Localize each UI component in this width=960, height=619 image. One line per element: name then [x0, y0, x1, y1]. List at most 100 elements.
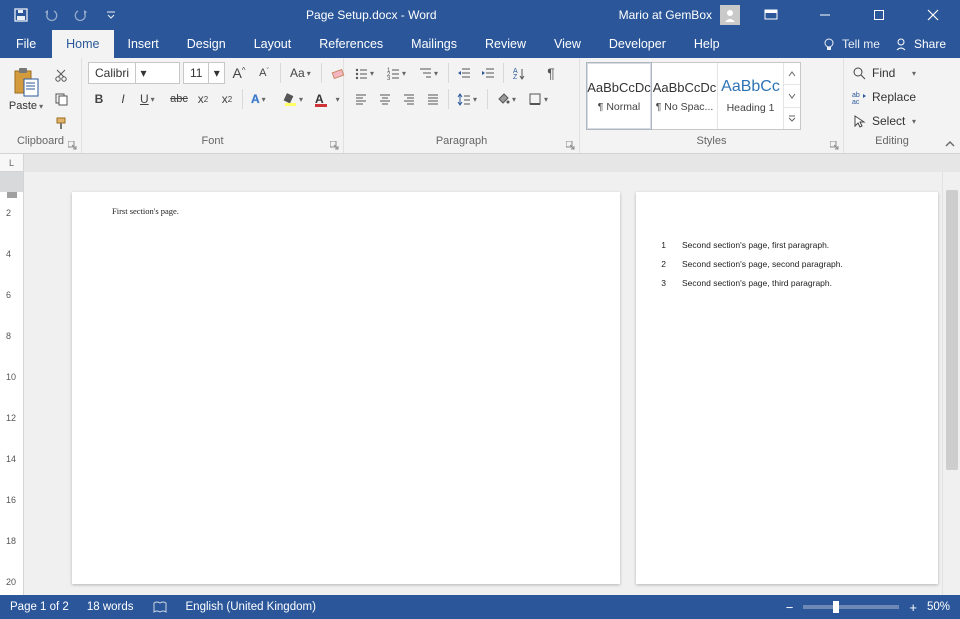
zoom-slider-knob[interactable]	[833, 601, 839, 613]
font-size-combo[interactable]: 11▾	[183, 62, 225, 84]
line-number: 3	[660, 278, 666, 288]
decrease-indent-button[interactable]	[453, 62, 475, 84]
justify-button[interactable]	[422, 88, 444, 110]
tab-file[interactable]: File	[0, 30, 52, 58]
select-button[interactable]: Select▾	[846, 110, 922, 132]
tab-view[interactable]: View	[540, 30, 595, 58]
italic-button[interactable]: I	[112, 88, 134, 110]
paragraph-launcher[interactable]	[564, 139, 576, 151]
style-item[interactable]: AaBbCcDc¶ Normal	[586, 62, 652, 130]
page1-text: First section's page.	[112, 206, 179, 216]
page-number-status[interactable]: Page 1 of 2	[10, 601, 69, 613]
zoom-out-button[interactable]: −	[786, 600, 794, 615]
highlight-button[interactable]: ▾	[279, 88, 309, 110]
close-button[interactable]	[910, 0, 956, 30]
tab-selector[interactable]: L	[0, 154, 24, 172]
maximize-button[interactable]	[856, 0, 902, 30]
gallery-scroll-up[interactable]	[784, 63, 800, 85]
find-button[interactable]: Find▾	[846, 62, 922, 84]
styles-gallery: AaBbCcDc¶ NormalAaBbCcDc¶ No Spac...AaBb…	[586, 62, 801, 130]
user-avatar[interactable]	[720, 5, 740, 25]
tab-layout[interactable]: Layout	[240, 30, 306, 58]
svg-text:3: 3	[387, 76, 391, 80]
group-clipboard: Paste▾ Clipboard	[0, 58, 82, 153]
grow-font-button[interactable]: A^	[228, 62, 250, 84]
font-name-combo[interactable]: Calibri▾	[88, 62, 180, 84]
vertical-scrollbar[interactable]	[942, 172, 960, 595]
share-icon	[894, 37, 908, 51]
collapse-ribbon-button[interactable]	[940, 58, 960, 153]
replace-button[interactable]: abac Replace	[846, 86, 922, 108]
bullets-button[interactable]: ▾	[350, 62, 380, 84]
copy-button[interactable]	[50, 88, 72, 110]
ribbon-display-options-button[interactable]	[748, 0, 794, 30]
tab-mailings[interactable]: Mailings	[397, 30, 471, 58]
paste-button[interactable]: Paste▾	[6, 62, 46, 112]
bold-button[interactable]: B	[88, 88, 110, 110]
strikethrough-button[interactable]: abc	[168, 88, 190, 110]
zoom-in-button[interactable]: +	[909, 600, 917, 615]
share-button[interactable]: Share	[894, 37, 946, 51]
tell-me-search[interactable]: Tell me	[822, 37, 880, 51]
redo-button[interactable]	[68, 1, 94, 29]
zoom-level[interactable]: 50%	[927, 601, 950, 613]
borders-icon	[528, 92, 542, 106]
document-area[interactable]: First section's page. 1Second section's …	[24, 172, 942, 595]
multilevel-list-button[interactable]: ▾	[414, 62, 444, 84]
style-preview: AaBbCcDc	[587, 80, 651, 95]
subscript-button[interactable]: x2	[192, 88, 214, 110]
gallery-expand[interactable]	[784, 108, 800, 129]
word-count-status[interactable]: 18 words	[87, 601, 134, 613]
paste-label: Paste	[9, 100, 37, 112]
tab-review[interactable]: Review	[471, 30, 540, 58]
cut-button[interactable]	[50, 64, 72, 86]
text-effects-button[interactable]: A▾	[247, 88, 277, 110]
styles-launcher[interactable]	[828, 139, 840, 151]
font-launcher[interactable]	[328, 139, 340, 151]
tab-references[interactable]: References	[305, 30, 397, 58]
style-item[interactable]: AaBbCcHeading 1	[718, 63, 784, 129]
ruler-tick: 10	[6, 372, 16, 382]
undo-button[interactable]	[38, 1, 64, 29]
paragraph-line: 1Second section's page, first paragraph.	[660, 240, 829, 250]
superscript-button[interactable]: x2	[216, 88, 238, 110]
change-case-button[interactable]: Aa▾	[286, 62, 316, 84]
clipboard-launcher[interactable]	[66, 139, 78, 151]
font-name-value: Calibri	[89, 66, 135, 80]
format-painter-button[interactable]	[50, 112, 72, 134]
gallery-scroll-down[interactable]	[784, 85, 800, 107]
font-color-button[interactable]: A▾	[311, 88, 341, 110]
language-status[interactable]: English (United Kingdom)	[186, 601, 316, 613]
qat-customize-button[interactable]	[98, 1, 124, 29]
align-center-button[interactable]	[374, 88, 396, 110]
zoom-slider[interactable]	[803, 605, 899, 609]
tab-help[interactable]: Help	[680, 30, 734, 58]
align-left-icon	[354, 92, 368, 106]
shading-button[interactable]: ▾	[492, 88, 522, 110]
scrollbar-thumb[interactable]	[946, 190, 958, 470]
vertical-ruler[interactable]: 2468101214161820	[0, 172, 24, 595]
show-marks-button[interactable]: ¶	[540, 62, 562, 84]
tab-insert[interactable]: Insert	[114, 30, 173, 58]
proofing-status[interactable]	[152, 600, 168, 614]
minimize-button[interactable]	[802, 0, 848, 30]
numbering-button[interactable]: 123▾	[382, 62, 412, 84]
line-spacing-button[interactable]: ▾	[453, 88, 483, 110]
ruler-tick: 12	[6, 413, 16, 423]
sort-button[interactable]: AZ	[508, 62, 538, 84]
top-margin-marker[interactable]	[7, 192, 17, 198]
align-left-button[interactable]	[350, 88, 372, 110]
ruler-tick: 16	[6, 495, 16, 505]
borders-button[interactable]: ▾	[524, 88, 554, 110]
underline-button[interactable]: U▾	[136, 88, 166, 110]
tab-home[interactable]: Home	[52, 30, 113, 58]
ribbon: Paste▾ Clipboard Calibri▾ 11▾ A^ Aˇ Aa▾	[0, 58, 960, 154]
ruler-tick: 20	[6, 577, 16, 587]
style-item[interactable]: AaBbCcDc¶ No Spac...	[652, 63, 718, 129]
shrink-font-button[interactable]: Aˇ	[253, 62, 275, 84]
save-button[interactable]	[8, 1, 34, 29]
tab-design[interactable]: Design	[173, 30, 240, 58]
increase-indent-button[interactable]	[477, 62, 499, 84]
tab-developer[interactable]: Developer	[595, 30, 680, 58]
align-right-button[interactable]	[398, 88, 420, 110]
